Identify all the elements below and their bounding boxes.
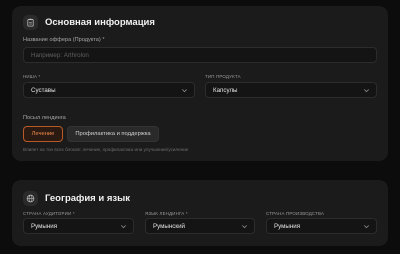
offer-name-placeholder: Например: Arthrolon (31, 51, 89, 59)
geo-title: География и язык (45, 193, 130, 204)
audience-country-value: Румыния (31, 222, 58, 230)
landing-language-select[interactable]: Румынский (145, 218, 255, 234)
audience-country-label: СТРАНА АУДИТОРИИ * (23, 211, 75, 216)
product-type-value: Капсулы (213, 86, 238, 94)
clipboard-icon (23, 15, 38, 30)
production-country-label: СТРАНА ПРОИЗВОДСТВА (266, 211, 325, 216)
landing-message-hint: Влияет на тон всех блоков: лечение, проф… (23, 147, 189, 152)
main-info-header: Основная информация (23, 15, 155, 30)
product-type-select[interactable]: Капсулы (205, 82, 377, 98)
option-treatment-button[interactable]: Лечение (23, 126, 63, 142)
production-country-value: Румыния (274, 222, 301, 230)
chevron-down-icon (182, 89, 187, 93)
niche-label: НИША * (23, 74, 41, 79)
main-info-card: Основная информация Название оффера (Про… (12, 6, 388, 161)
chevron-down-icon (121, 225, 126, 229)
landing-language-label: ЯЗЫК ЛЕНДИНГА * (145, 211, 188, 216)
option-prevention-button[interactable]: Профилактика и поддержка (67, 126, 159, 142)
landing-language-value: Румынский (153, 222, 185, 230)
chevron-down-icon (242, 225, 247, 229)
product-type-label: ТИП ПРОДУКТА (205, 74, 241, 79)
niche-select[interactable]: Суставы (23, 82, 195, 98)
audience-country-select[interactable]: Румыния (23, 218, 134, 234)
offer-name-input[interactable]: Например: Arthrolon (23, 47, 377, 63)
production-country-select[interactable]: Румыния (266, 218, 377, 234)
geo-language-card: География и язык СТРАНА АУДИТОРИИ * Румы… (12, 180, 388, 246)
offer-name-label: Название оффера (Продукта) * (23, 37, 105, 43)
main-info-title: Основная информация (45, 17, 155, 28)
geo-header: География и язык (23, 191, 130, 206)
chevron-down-icon (364, 89, 369, 93)
chevron-down-icon (364, 225, 369, 229)
globe-icon (23, 191, 38, 206)
niche-value: Суставы (31, 86, 56, 94)
landing-message-label: Посыл лендинга (23, 115, 66, 121)
